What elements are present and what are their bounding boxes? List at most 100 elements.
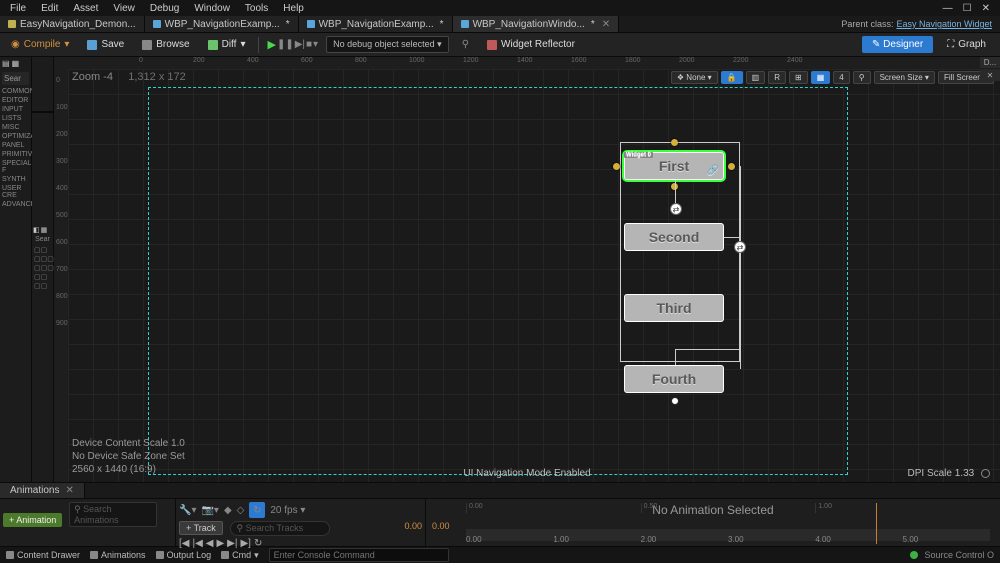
details-collapsed-button[interactable]: D...: [980, 57, 1000, 68]
parent-class-value[interactable]: Easy Navigation Widget: [896, 19, 992, 29]
menu-window[interactable]: Window: [194, 3, 230, 14]
animations-tab[interactable]: Animations ✕: [0, 483, 85, 498]
tab-level[interactable]: EasyNavigation_Demon...: [0, 16, 145, 32]
step-button[interactable]: ▶|: [295, 39, 305, 50]
tab-widget-1[interactable]: WBP_NavigationExamp... *: [145, 16, 299, 32]
next-key-button[interactable]: ▶|: [227, 538, 237, 549]
animation-search[interactable]: ⚲ Search Animations: [69, 502, 157, 527]
prev-key-button[interactable]: |◀: [192, 538, 202, 549]
palette-cat-synth[interactable]: SYNTH: [0, 175, 31, 184]
browse-button[interactable]: Browse: [137, 36, 194, 53]
hierarchy-tree[interactable]: ▢▢▢▢▢▢▢▢▢▢▢▢: [32, 244, 53, 293]
anchor-top-icon[interactable]: [671, 139, 678, 146]
outline-toggle[interactable]: ▥: [746, 71, 766, 84]
respect-locks-toggle[interactable]: R: [768, 71, 786, 84]
tab-widget-2[interactable]: WBP_NavigationExamp... *: [299, 16, 453, 32]
tab-close-icon[interactable]: ✕: [602, 19, 610, 30]
camera-icon[interactable]: 📷▾: [201, 505, 218, 516]
console-command-input[interactable]: [269, 548, 449, 562]
gear-icon[interactable]: [981, 469, 990, 478]
hierarchy-tab-icon[interactable]: ◧: [33, 226, 40, 234]
current-time[interactable]: 0.00: [404, 521, 422, 531]
menu-tools[interactable]: Tools: [245, 3, 268, 14]
grid-snap-value[interactable]: 4: [833, 71, 849, 84]
layout-mode-button[interactable]: ❖ None ▾: [671, 71, 718, 84]
localization-toggle[interactable]: ⊞: [789, 71, 808, 84]
designer-mode-button[interactable]: ✎ Designer: [862, 36, 933, 53]
palette-cat-lists[interactable]: LISTS: [0, 114, 31, 123]
palette-cat-input[interactable]: INPUT: [0, 105, 31, 114]
playhead[interactable]: [876, 503, 877, 544]
palette-cat-user[interactable]: USER CRE: [0, 184, 31, 200]
palette-search[interactable]: Sear: [2, 72, 29, 85]
chevron-down-icon[interactable]: ▾: [313, 39, 318, 50]
minimize-icon[interactable]: —: [943, 3, 953, 14]
canvas[interactable]: Widget 0 First 🔗 ⇄ Second ⇄ Third: [68, 69, 1000, 482]
resize-handle[interactable]: [671, 397, 679, 405]
palette-cat-special[interactable]: SPECIAL F: [0, 159, 31, 175]
compile-button[interactable]: ◉ Compile ▾: [6, 36, 74, 53]
stop-button[interactable]: ■: [306, 39, 312, 50]
widget-reflector-button[interactable]: Widget Reflector: [482, 36, 580, 53]
goto-start-button[interactable]: [◀: [179, 538, 189, 549]
timeline[interactable]: No Animation Selected 0.00 0.50 1.00 0.0…: [426, 499, 1000, 546]
add-animation-button[interactable]: + Animation: [3, 513, 62, 527]
palette-tab-icon[interactable]: ▤: [2, 59, 10, 68]
wrench-icon[interactable]: 🔧▾: [179, 505, 196, 516]
widget-button-fourth[interactable]: Fourth: [624, 365, 724, 393]
output-log-button[interactable]: Output Log: [156, 550, 212, 560]
lock-button[interactable]: 🔒: [721, 71, 743, 84]
goto-end-button[interactable]: ▶]: [240, 538, 250, 549]
nav-node-icon[interactable]: ⇄: [670, 203, 682, 215]
menu-help[interactable]: Help: [283, 3, 304, 14]
find-button[interactable]: ⚲: [457, 36, 474, 53]
menu-asset[interactable]: Asset: [73, 3, 98, 14]
menu-file[interactable]: File: [10, 3, 26, 14]
diff-button[interactable]: Diff ▾: [203, 36, 251, 53]
save-button[interactable]: Save: [82, 36, 129, 53]
menu-debug[interactable]: Debug: [150, 3, 179, 14]
maximize-icon[interactable]: ☐: [963, 3, 972, 14]
hierarchy-search[interactable]: Sear: [32, 235, 53, 244]
screen-size-button[interactable]: Screen Size ▾: [874, 71, 935, 84]
parent-class-link[interactable]: Parent class: Easy Navigation Widget: [833, 16, 1000, 32]
palette-cat-editor[interactable]: EDITOR: [0, 96, 31, 105]
palette-cat-optimization[interactable]: OPTIMIZA: [0, 132, 31, 141]
time-start[interactable]: 0.00: [432, 521, 450, 531]
tab-close-icon[interactable]: ✕: [65, 485, 73, 496]
cmd-selector[interactable]: Cmd ▾: [221, 550, 259, 561]
play-forward-button[interactable]: ▶: [216, 538, 224, 549]
palette-cat-misc[interactable]: MISC: [0, 123, 31, 132]
dpi-scale[interactable]: DPI Scale 1.33: [908, 468, 991, 479]
content-drawer-button[interactable]: Content Drawer: [6, 550, 80, 560]
debug-object-selector[interactable]: No debug object selected ▾: [326, 36, 449, 53]
key-all-icon[interactable]: ◇: [237, 505, 245, 516]
animations-button[interactable]: Animations: [90, 550, 146, 560]
widget-button-first[interactable]: Widget 0 First 🔗: [624, 152, 724, 180]
graph-mode-button[interactable]: ⛶ Graph: [939, 36, 994, 53]
palette-cat-primitive[interactable]: PRIMITIVE: [0, 150, 31, 159]
source-control-button[interactable]: Source Control O: [910, 550, 994, 560]
widget-button-second[interactable]: Second: [624, 223, 724, 251]
nav-node-icon[interactable]: ⇄: [734, 241, 746, 253]
play-button[interactable]: ▶: [267, 38, 275, 51]
play-reverse-button[interactable]: ◀: [206, 538, 214, 549]
palette-library-icon[interactable]: ▦: [12, 59, 20, 68]
loop-button[interactable]: ↻: [249, 502, 265, 518]
palette-cat-common[interactable]: COMMON: [0, 87, 31, 96]
track-search[interactable]: ⚲ Search Tracks: [230, 521, 330, 536]
add-track-button[interactable]: + Track: [179, 521, 223, 535]
anchor-right-icon[interactable]: [728, 163, 735, 170]
palette-cat-panel[interactable]: PANEL: [0, 141, 31, 150]
anchor-left-icon[interactable]: [613, 163, 620, 170]
close-details-button[interactable]: ✕: [980, 70, 1000, 81]
widget-button-third[interactable]: Third: [624, 294, 724, 322]
menu-view[interactable]: View: [113, 3, 135, 14]
grid-snap-toggle[interactable]: ▦: [811, 71, 831, 84]
palette-cat-advance[interactable]: ADVANCE: [0, 200, 31, 209]
pause-button[interactable]: ❚❚: [277, 39, 294, 50]
fps-selector[interactable]: 20 fps ▾: [270, 505, 305, 516]
designer-viewport[interactable]: 0 200 400 600 800 1000 1200 1400 1600 18…: [54, 57, 1000, 482]
loop-toggle[interactable]: ↻: [254, 538, 262, 549]
menu-edit[interactable]: Edit: [41, 3, 58, 14]
